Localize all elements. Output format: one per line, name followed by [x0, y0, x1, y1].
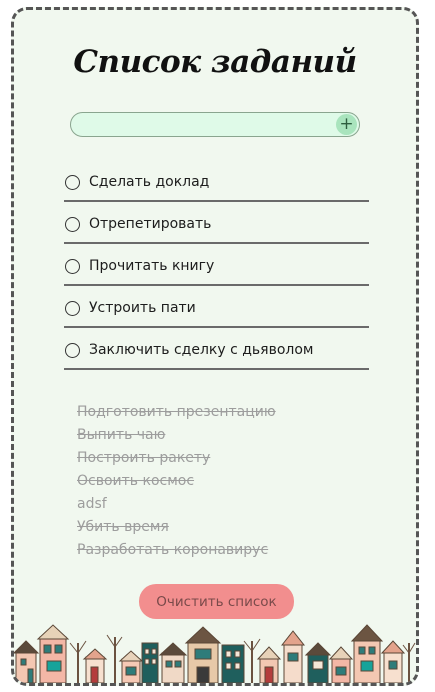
completed-item[interactable]: Подготовить презентацию — [77, 401, 377, 424]
task-label: Сделать доклад — [89, 174, 210, 190]
task-label: Отрепетировать — [89, 216, 212, 232]
circle-checkbox-icon[interactable] — [65, 343, 80, 358]
task-label: Прочитать книгу — [89, 258, 215, 274]
completed-item[interactable]: Разработать коронавирус — [77, 539, 377, 562]
completed-item[interactable]: adsf — [77, 493, 377, 516]
task-item: Сделать доклад — [64, 161, 369, 202]
clear-list-button[interactable]: Очистить список — [139, 584, 294, 619]
completed-task-list: Подготовить презентацию Выпить чаю Постр… — [77, 401, 377, 562]
completed-item[interactable]: Выпить чаю — [77, 424, 377, 447]
circle-checkbox-icon[interactable] — [65, 259, 80, 274]
circle-checkbox-icon[interactable] — [65, 301, 80, 316]
circle-checkbox-icon[interactable] — [65, 217, 80, 232]
task-item: Заключить сделку с дьяволом — [64, 329, 369, 370]
task-label: Устроить пати — [89, 300, 196, 316]
completed-item[interactable]: Освоить космос — [77, 470, 377, 493]
todo-card: Список заданий + Сделать доклад Отрепети… — [11, 7, 419, 686]
task-item: Прочитать книгу — [64, 245, 369, 286]
houses-illustration — [14, 624, 416, 683]
task-label: Заключить сделку с дьяволом — [89, 342, 314, 358]
completed-item[interactable]: Убить время — [77, 516, 377, 539]
task-item: Устроить пати — [64, 287, 369, 328]
circle-checkbox-icon[interactable] — [65, 175, 80, 190]
task-item: Отрепетировать — [64, 203, 369, 244]
active-task-list: Сделать доклад Отрепетировать Прочитать … — [64, 161, 369, 371]
completed-item[interactable]: Построить ракету — [77, 447, 377, 470]
page-title: Список заданий — [73, 44, 357, 80]
add-task-row: + — [70, 112, 360, 137]
plus-icon: + — [339, 114, 354, 134]
new-task-input[interactable] — [81, 116, 325, 135]
add-task-button[interactable]: + — [336, 114, 357, 135]
